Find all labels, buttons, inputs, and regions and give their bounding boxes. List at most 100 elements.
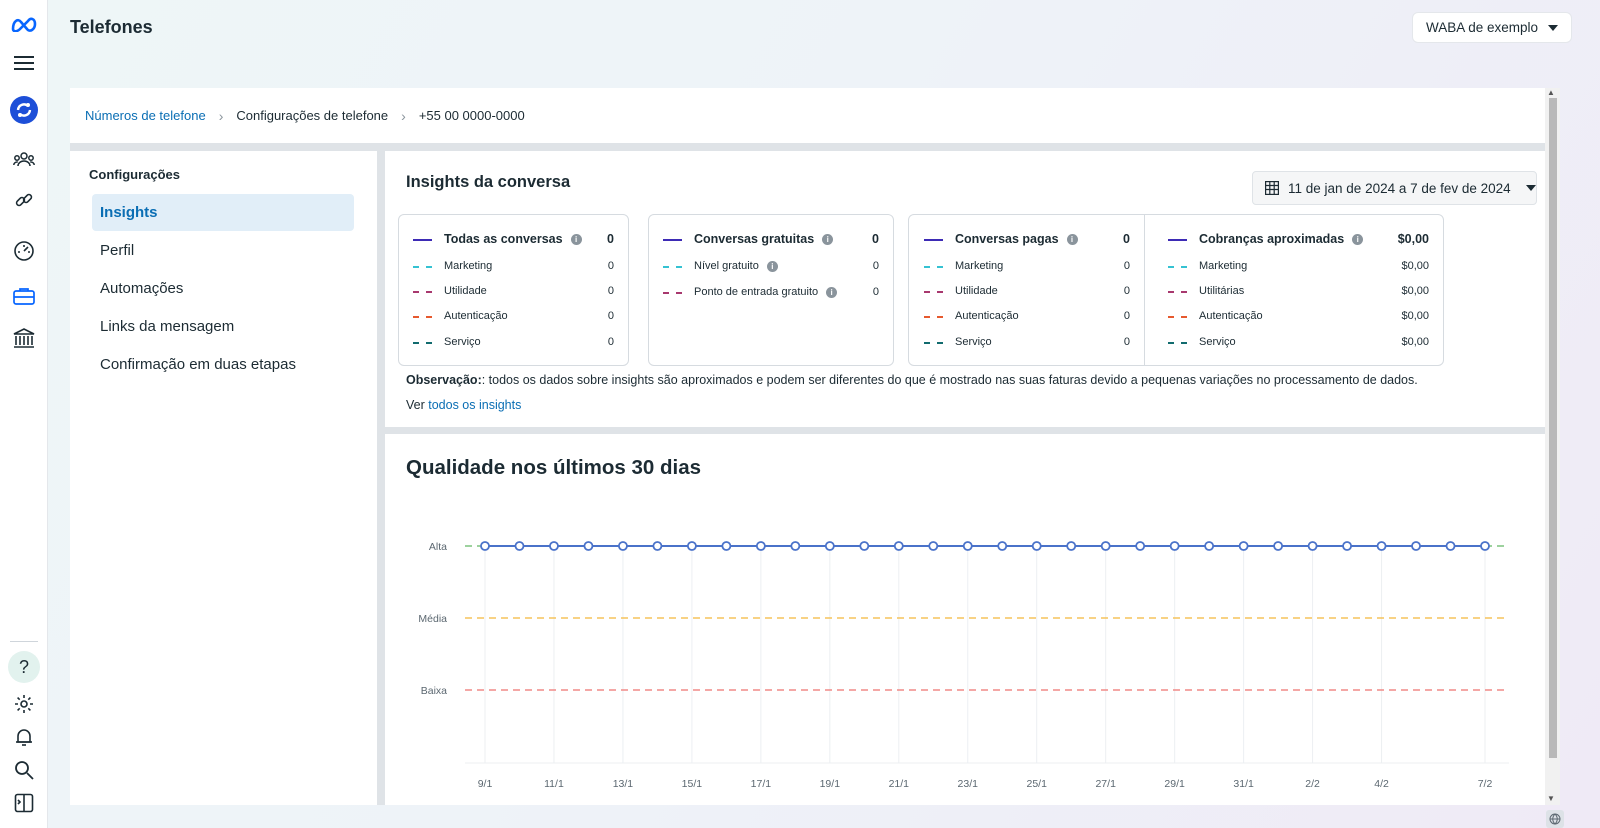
metric-row: Autenticação 0 [413, 309, 614, 323]
metric-value: 0 [1123, 285, 1130, 297]
series-line-icon [663, 239, 682, 241]
divider [377, 151, 385, 805]
info-icon[interactable]: i [826, 286, 838, 298]
x-tick-label: 15/1 [682, 778, 703, 790]
data-point [928, 541, 939, 551]
series-line-icon [663, 292, 682, 294]
metric-row: Utilidade 0 [924, 284, 1130, 298]
main-card: Números de telefone › Configurações de t… [70, 88, 1560, 805]
breadcrumb: Números de telefone › Configurações de t… [70, 88, 1560, 143]
date-range-picker[interactable]: 11 de jan de 2024 a 7 de fev de 2024 [1252, 171, 1537, 205]
breadcrumb-phone-settings[interactable]: Configurações de telefone [236, 108, 388, 123]
help-glyph: ? [8, 651, 40, 683]
metric-label: Marketing [1199, 260, 1248, 272]
data-point [790, 541, 801, 551]
metric-value: 0 [872, 232, 879, 246]
scroll-down-arrow[interactable]: ▼ [1547, 794, 1555, 803]
data-point [1238, 541, 1249, 551]
settings-item-profile[interactable]: Perfil [92, 232, 354, 269]
dashboard-icon[interactable] [8, 235, 40, 267]
globe-icon[interactable] [1546, 810, 1564, 828]
business-app-icon[interactable] [8, 94, 40, 126]
metric-value: $0,00 [1401, 336, 1429, 348]
search-icon[interactable] [8, 754, 40, 786]
divider [1144, 215, 1145, 365]
x-tick-label: 11/1 [544, 778, 564, 790]
help-icon[interactable]: ? [8, 651, 40, 683]
metric-value: $0,00 [1401, 260, 1429, 272]
meta-logo-icon[interactable] [8, 8, 40, 40]
metric-label: Ponto de entrada gratuito [694, 286, 819, 298]
data-point [1204, 541, 1215, 551]
metric-label: Conversas gratuitas [694, 232, 815, 246]
metric-row: Ponto de entrada gratuito i 0 [663, 285, 879, 299]
note-label: Observação: [406, 373, 482, 387]
x-tick-label: 17/1 [751, 778, 772, 790]
data-point [1031, 541, 1042, 551]
settings-item-insights[interactable]: Insights [92, 194, 354, 231]
info-icon[interactable]: i [1352, 234, 1364, 246]
settings-item-two-step[interactable]: Confirmação em duas etapas [92, 346, 354, 383]
calendar-icon [1265, 181, 1279, 195]
data-point [1376, 541, 1387, 551]
link-icon[interactable] [8, 184, 40, 216]
settings-item-automations[interactable]: Automações [92, 270, 354, 307]
metric-label: Serviço [1199, 336, 1236, 348]
settings-icon[interactable] [8, 688, 40, 720]
divider [385, 427, 1545, 434]
metric-value: 0 [872, 286, 879, 298]
data-point [652, 541, 663, 551]
settings-item-message-links[interactable]: Links da mensagem [92, 308, 354, 345]
panel-icon[interactable] [8, 787, 40, 819]
metric-label: Utilidade [444, 285, 487, 297]
data-point [1342, 541, 1352, 551]
scroll-up-arrow[interactable]: ▲ [1547, 88, 1555, 97]
metric-value: 0 [607, 232, 614, 246]
briefcase-icon[interactable] [8, 280, 40, 312]
metric-value: 0 [872, 260, 879, 272]
waba-selector-label: WABA de exemplo [1425, 20, 1539, 35]
info-icon[interactable]: i [822, 234, 834, 246]
data-point [686, 541, 697, 551]
metric-row: Utilitárias $0,00 [1168, 284, 1429, 298]
metric-label: Marketing [955, 260, 1004, 272]
people-icon[interactable] [8, 143, 40, 175]
bank-icon[interactable] [8, 322, 40, 354]
x-tick-label: 25/1 [1027, 778, 1048, 790]
info-icon[interactable]: i [766, 260, 778, 272]
chevron-right-icon: › [401, 107, 406, 124]
scrollbar-thumb[interactable] [1549, 98, 1557, 758]
series-line-icon [924, 239, 943, 241]
metric-label: Utilitárias [1199, 285, 1245, 297]
menu-icon[interactable] [8, 47, 40, 79]
metric-row: Marketing $0,00 [1168, 259, 1429, 273]
metric-row: Marketing 0 [924, 259, 1130, 273]
data-point [893, 541, 904, 551]
data-point [514, 541, 525, 551]
metric-row-header: Todas as conversas i 0 [413, 231, 614, 247]
quality-chart: Baixa Média Alta 9/1 11/1 13/1 15/1 17/1 19/1 21/… [418, 541, 1509, 790]
info-icon[interactable]: i [570, 234, 582, 246]
metric-value: 0 [607, 260, 614, 272]
info-icon[interactable]: i [1066, 234, 1078, 246]
data-point [859, 541, 870, 551]
bell-icon[interactable] [8, 721, 40, 753]
settings-title: Configurações [89, 167, 181, 182]
series-line-icon [1168, 316, 1187, 318]
insights-note: Observação:: todos os dados sobre insigh… [406, 373, 1418, 387]
date-range-label: 11 de jan de 2024 a 7 de fev de 2024 [1288, 180, 1511, 196]
series-line-icon [413, 342, 432, 344]
metric-row-header: Conversas gratuitas i 0 [663, 231, 879, 247]
data-point [721, 541, 732, 551]
page-title: Telefones [70, 17, 153, 37]
insights-title: Insights da conversa [406, 173, 571, 191]
breadcrumb-phone-numbers[interactable]: Números de telefone [85, 108, 206, 123]
series-line-icon [1168, 266, 1187, 268]
x-tick-label: 7/2 [1478, 778, 1493, 790]
left-nav-rail: ? [0, 0, 48, 828]
metric-label: Autenticação [955, 310, 1019, 322]
waba-account-selector[interactable]: WABA de exemplo [1412, 12, 1572, 43]
metric-label: Nível gratuito [694, 260, 759, 272]
all-insights-link[interactable]: todos os insights [428, 398, 521, 412]
data-point [1411, 541, 1421, 551]
